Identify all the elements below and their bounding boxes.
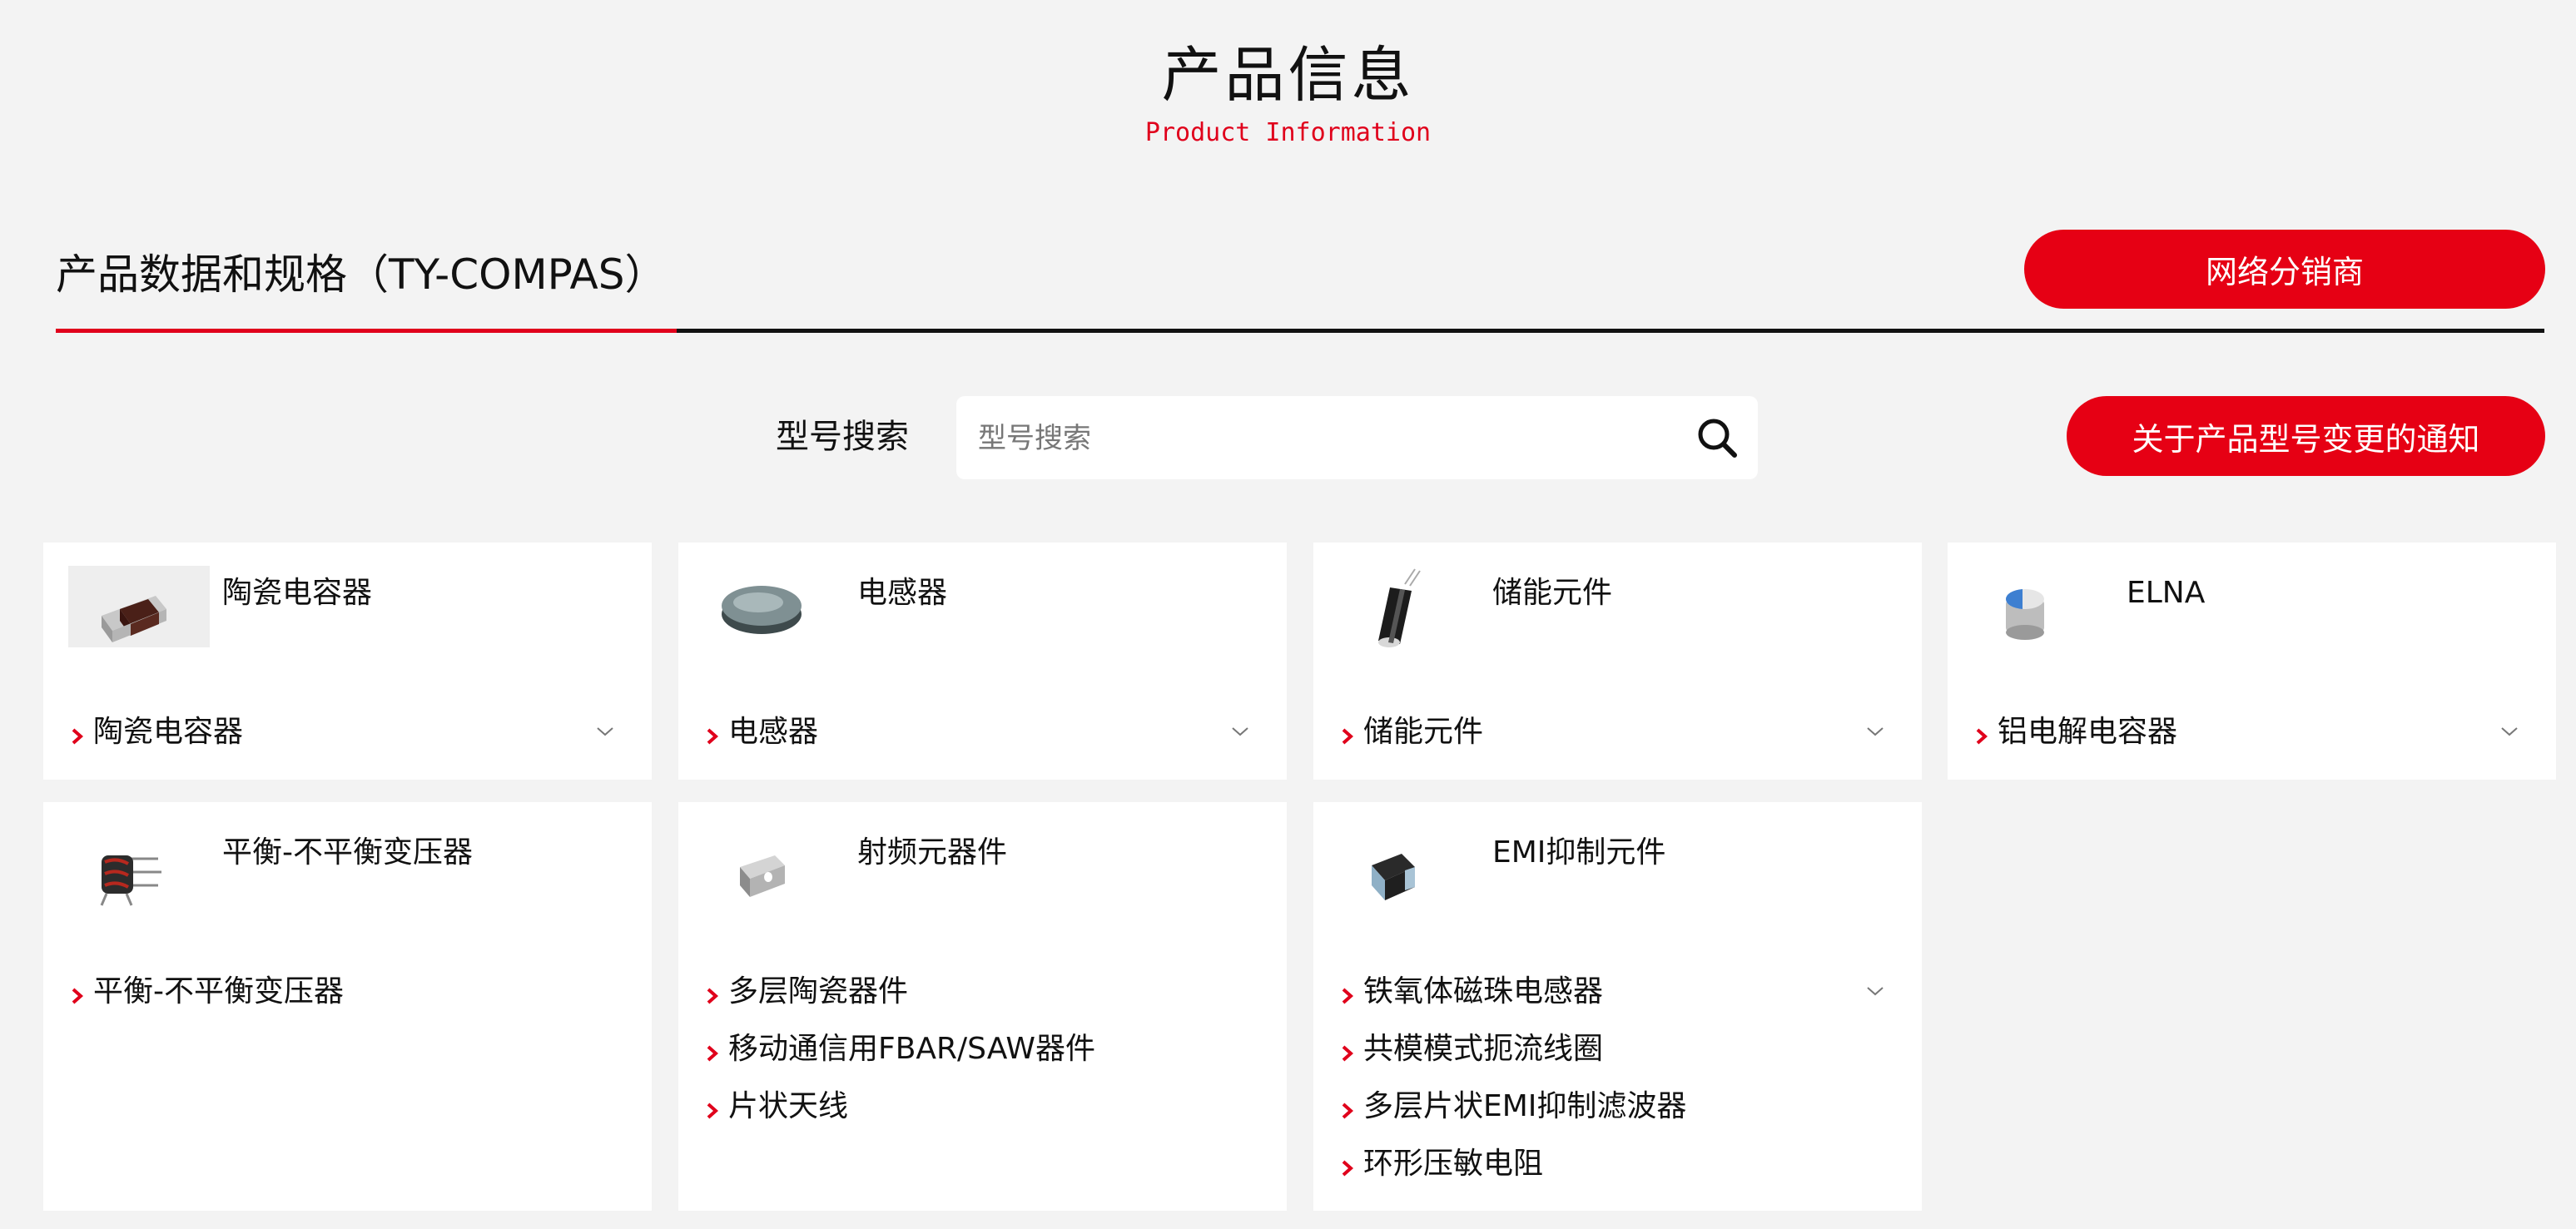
subcategory-link[interactable]: 片状天线 bbox=[703, 1078, 1262, 1135]
elna-capacitor-image[interactable] bbox=[1973, 566, 2114, 647]
search-icon[interactable] bbox=[1695, 415, 1740, 460]
chevron-right-icon bbox=[1342, 988, 1354, 1004]
subcategory-label: 平衡-不平衡变压器 bbox=[93, 974, 344, 1008]
chevron-right-icon bbox=[1342, 728, 1354, 744]
chevron-down-icon[interactable] bbox=[1865, 721, 1885, 741]
chevron-right-icon bbox=[707, 1103, 719, 1118]
ceramic-capacitor-image[interactable] bbox=[68, 566, 210, 647]
subcategory-link[interactable]: 环形压敏电阻 bbox=[1338, 1135, 1897, 1192]
product-card-balun: 平衡-不平衡变压器 平衡-不平衡变压器 bbox=[43, 802, 652, 1211]
product-card-ceramic-capacitor: 陶瓷电容器 陶瓷电容器 bbox=[43, 543, 652, 780]
subcategory-link[interactable]: 多层片状EMI抑制滤波器 bbox=[1338, 1078, 1897, 1135]
subcategory-label: 储能元件 bbox=[1363, 714, 1484, 749]
chevron-down-icon[interactable] bbox=[2499, 721, 2519, 741]
distributor-button[interactable]: 网络分销商 bbox=[2024, 230, 2545, 309]
subcategory-label: 共模模式扼流线圈 bbox=[1363, 1031, 1604, 1066]
section-title: 产品数据和规格（TY-COMPAS） bbox=[56, 250, 667, 299]
chevron-down-icon[interactable] bbox=[1865, 981, 1885, 1001]
balun-transformer-image[interactable] bbox=[68, 825, 210, 907]
card-title[interactable]: 陶瓷电容器 bbox=[222, 574, 372, 612]
subcategory-link[interactable]: 铁氧体磁珠电感器 bbox=[1338, 963, 1897, 1020]
subcategory-label: 环形压敏电阻 bbox=[1363, 1146, 1544, 1181]
page-title: 产品信息 bbox=[1161, 40, 1415, 110]
search-input[interactable] bbox=[976, 414, 1662, 463]
product-card-energy-storage: 储能元件 储能元件 bbox=[1313, 543, 1922, 780]
subcategory-link[interactable]: 电感器 bbox=[703, 703, 1262, 761]
subcategory-label: 陶瓷电容器 bbox=[93, 714, 244, 749]
subcategory-link[interactable]: 移动通信用FBAR/SAW器件 bbox=[703, 1020, 1262, 1078]
subcategory-link[interactable]: 共模模式扼流线圈 bbox=[1338, 1020, 1897, 1078]
card-title[interactable]: ELNA bbox=[2127, 574, 2205, 612]
chevron-right-icon bbox=[707, 1045, 719, 1061]
page-header: 产品信息 Product Information bbox=[0, 33, 2576, 150]
subcategory-label: 铁氧体磁珠电感器 bbox=[1363, 974, 1604, 1008]
section-divider-accent bbox=[56, 329, 677, 333]
subcategory-label: 多层片状EMI抑制滤波器 bbox=[1363, 1088, 1687, 1123]
model-change-notice-button[interactable]: 关于产品型号变更的通知 bbox=[2067, 396, 2545, 476]
chevron-right-icon bbox=[72, 988, 84, 1004]
chevron-down-icon[interactable] bbox=[1230, 721, 1250, 741]
subcategory-link[interactable]: 多层陶瓷器件 bbox=[703, 963, 1262, 1020]
search-label: 型号搜索 bbox=[776, 418, 909, 456]
subcategory-link[interactable]: 铝电解电容器 bbox=[1973, 703, 2531, 761]
subcategory-link[interactable]: 储能元件 bbox=[1338, 703, 1897, 761]
product-card-rf: 射频元器件 多层陶瓷器件 移动通信用FBAR/SAW器件 片状天线 bbox=[678, 802, 1287, 1211]
emi-component-image[interactable] bbox=[1338, 825, 1480, 907]
chevron-right-icon bbox=[1342, 1045, 1354, 1061]
chevron-down-icon[interactable] bbox=[595, 721, 615, 741]
chevron-right-icon bbox=[1342, 1160, 1354, 1176]
chevron-right-icon bbox=[707, 728, 719, 744]
product-card-emi: EMI抑制元件 铁氧体磁珠电感器 共模模式扼流线圈 多层片状EMI抑制滤波器 环… bbox=[1313, 802, 1922, 1211]
subcategory-link[interactable]: 平衡-不平衡变压器 bbox=[68, 963, 627, 1020]
card-title[interactable]: 平衡-不平衡变压器 bbox=[222, 834, 473, 872]
subcategory-label: 片状天线 bbox=[728, 1088, 849, 1123]
product-card-inductor: 电感器 电感器 bbox=[678, 543, 1287, 780]
subcategory-label: 铝电解电容器 bbox=[1998, 714, 2178, 749]
subcategory-label: 电感器 bbox=[728, 714, 819, 749]
card-title[interactable]: 电感器 bbox=[857, 574, 947, 612]
card-title[interactable]: 储能元件 bbox=[1492, 574, 1612, 612]
search-box bbox=[956, 396, 1758, 479]
chevron-right-icon bbox=[707, 988, 719, 1004]
chevron-right-icon bbox=[1976, 728, 1988, 744]
chevron-right-icon bbox=[1342, 1103, 1354, 1118]
subcategory-label: 移动通信用FBAR/SAW器件 bbox=[728, 1031, 1095, 1066]
page-subtitle: Product Information bbox=[1144, 118, 1432, 147]
energy-storage-image[interactable] bbox=[1338, 566, 1480, 647]
subcategory-label: 多层陶瓷器件 bbox=[728, 974, 909, 1008]
card-title[interactable]: EMI抑制元件 bbox=[1492, 834, 1665, 872]
subcategory-link[interactable]: 陶瓷电容器 bbox=[68, 703, 627, 761]
inductor-image[interactable] bbox=[703, 566, 845, 647]
rf-component-image[interactable] bbox=[703, 825, 845, 907]
product-card-elna: ELNA 铝电解电容器 bbox=[1948, 543, 2556, 780]
card-title[interactable]: 射频元器件 bbox=[857, 834, 1007, 872]
chevron-right-icon bbox=[72, 728, 84, 744]
